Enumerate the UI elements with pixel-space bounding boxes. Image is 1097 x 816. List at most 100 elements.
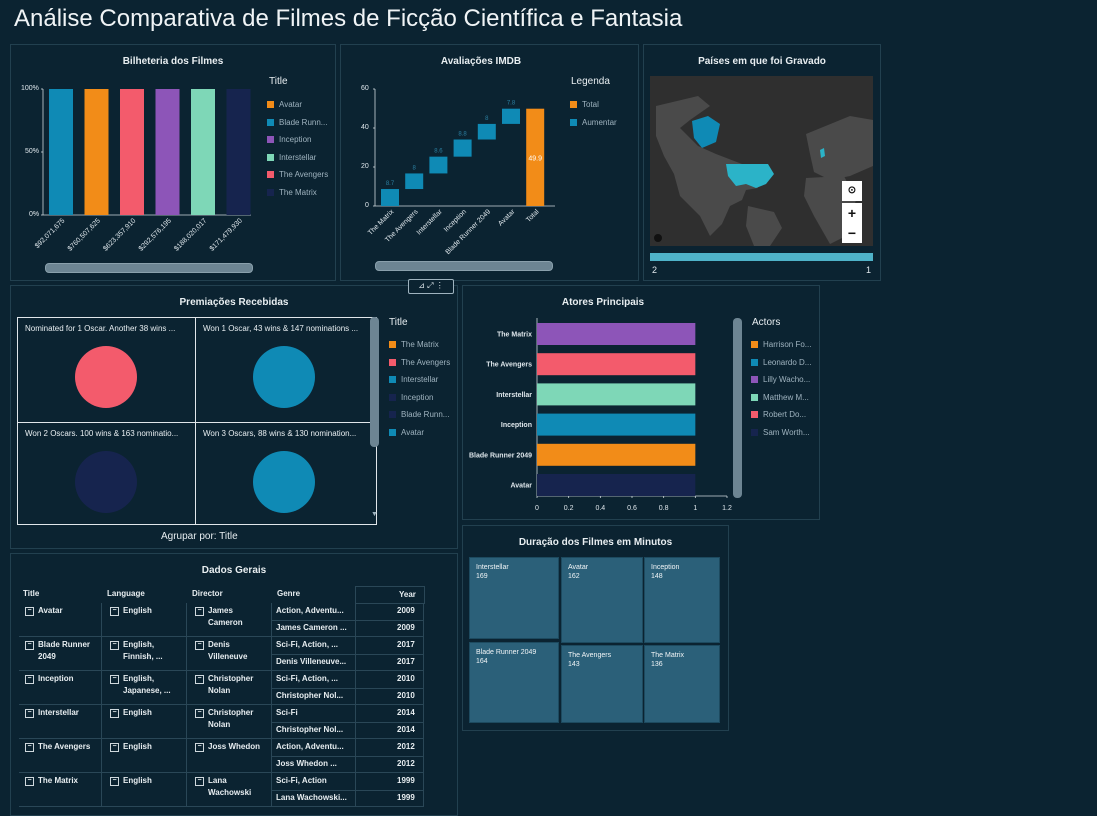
imdb-panel[interactable]: Avaliações IMDB 60 40 20 0 8.7 The Matrix… [340,44,639,281]
legend-item[interactable]: Avatar [389,428,424,437]
bar[interactable] [49,89,73,215]
table-cell-year[interactable]: 1999 [397,792,415,804]
duration-panel[interactable]: Duração dos Filmes em Minutos Interstell… [462,525,729,731]
table-cell-year[interactable]: 2010 [397,690,415,702]
collapse-icon[interactable]: − [195,607,204,616]
bar[interactable] [191,89,215,215]
table-cell-year[interactable]: 2009 [397,605,415,617]
legend-item[interactable]: Interstellar [267,153,316,162]
table-cell-year[interactable]: 2017 [397,656,415,668]
legend-item[interactable]: Aumentar [570,118,617,127]
bar[interactable] [155,89,180,215]
horizontal-scrollbar[interactable] [45,263,253,273]
bar[interactable] [477,123,496,140]
bar[interactable] [537,474,696,496]
award-pie[interactable] [75,346,137,408]
collapse-icon[interactable]: − [25,709,34,718]
legend-item[interactable]: Leonardo D... [751,358,811,367]
legend-item[interactable]: Interstellar [389,375,438,384]
collapse-icon[interactable]: − [25,641,34,650]
table-cell-year[interactable]: 2014 [397,707,415,719]
scroll-down-icon[interactable]: ▼ [371,511,378,518]
legend-item[interactable]: Inception [389,393,433,402]
legend-item[interactable]: Matthew M... [751,393,809,402]
table-cell-genre[interactable]: Sci-Fi, Action [276,775,354,787]
recenter-button[interactable]: ⊙ [842,181,862,201]
table-cell-language[interactable]: − English, Japanese, ... [110,673,184,697]
more-options-icon[interactable]: ⋮ [436,281,444,290]
actors-panel[interactable]: Atores Principais The Matrix The Avengers… [462,285,820,520]
award-cell[interactable]: Won 2 Oscars. 100 wins & 163 nominatio..… [17,422,197,525]
table-cell-year[interactable]: 2014 [397,724,415,736]
table-cell-title[interactable]: − Inception [25,673,97,685]
bar[interactable] [226,89,251,215]
table-cell-genre[interactable]: Action, Adventu... [276,605,354,617]
collapse-icon[interactable]: − [195,641,204,650]
table-cell-title[interactable]: − The Avengers [25,741,97,753]
table-cell-language[interactable]: − English [110,707,184,719]
table-cell-genre[interactable]: Action, Adventu... [276,741,354,753]
column-header-title[interactable]: Title [23,589,39,598]
map-panel[interactable]: Países em que foi Gravado ⊙ + − 2 1 [643,44,881,281]
table-cell-director[interactable]: − Christopher Nolan [195,707,269,731]
treemap-tile[interactable]: Avatar 162 [561,557,643,643]
table-cell-year[interactable]: 2017 [397,639,415,651]
table-cell-title[interactable]: − Avatar [25,605,97,617]
collapse-icon[interactable]: − [25,675,34,684]
collapse-icon[interactable]: − [110,607,119,616]
treemap-tile[interactable]: Blade Runner 2049 164 [469,642,559,723]
table-cell-genre[interactable]: Christopher Nol... [276,690,354,702]
legend-item[interactable]: Avatar [267,100,302,109]
zoom-in-button[interactable]: + [842,203,862,223]
bar[interactable] [537,353,696,376]
table-cell-director[interactable]: − Denis Villeneuve [195,639,269,663]
horizontal-scrollbar[interactable] [375,261,553,271]
legend-item[interactable]: Total [570,100,599,109]
table-cell-director[interactable]: − Christopher Nolan [195,673,269,697]
bar[interactable] [429,156,448,174]
table-cell-year[interactable]: 1999 [397,775,415,787]
table-cell-genre[interactable]: Sci-Fi, Action, ... [276,639,354,651]
table-cell-genre[interactable]: Christopher Nol... [276,724,354,736]
legend-item[interactable]: Inception [267,135,311,144]
table-cell-language[interactable]: − English, Finnish, ... [110,639,184,663]
collapse-icon[interactable]: − [25,777,34,786]
bar[interactable] [381,189,399,206]
column-header-year[interactable]: Year [399,590,416,599]
table-cell-title[interactable]: − Blade Runner 2049 [25,639,97,663]
bar[interactable] [537,323,696,345]
column-header-genre[interactable]: Genre [277,589,300,598]
vertical-scrollbar[interactable] [733,318,742,498]
collapse-icon[interactable]: − [25,607,34,616]
treemap-tile[interactable]: The Avengers 143 [561,645,643,723]
collapse-icon[interactable]: − [195,743,204,752]
box-office-panel[interactable]: Bilheteria dos Filmes 100% 50% 0% $92,07… [10,44,336,281]
table-cell-language[interactable]: − English [110,775,184,787]
table-cell-genre[interactable]: Denis Villeneuve... [276,656,354,668]
table-cell-genre[interactable]: Joss Whedon ... [276,758,354,770]
table-cell-director[interactable]: − James Cameron [195,605,269,629]
table-cell-genre[interactable]: James Cameron ... [276,622,354,634]
award-pie[interactable] [75,451,137,513]
expand-icon[interactable]: ⤢ [427,281,433,290]
collapse-icon[interactable]: − [195,777,204,786]
collapse-icon[interactable]: − [110,743,119,752]
collapse-icon[interactable]: − [110,709,119,718]
treemap-tile[interactable]: Inception 148 [644,557,720,643]
legend-item[interactable]: Blade Runn... [267,118,327,127]
filter-icon[interactable]: ⊿ [418,281,425,290]
treemap-tile[interactable]: Interstellar 169 [469,557,559,639]
bar[interactable] [537,383,696,406]
bar[interactable] [502,108,520,124]
awards-panel[interactable]: Premiações Recebidas ⊿ ⤢ ⋮ Nominated for… [10,279,458,549]
table-cell-director[interactable]: − Joss Whedon [195,741,269,753]
award-cell[interactable]: Won 1 Oscar, 43 wins & 147 nominations .… [195,317,377,424]
table-cell-genre[interactable]: Sci-Fi, Action, ... [276,673,354,685]
legend-item[interactable]: Harrison Fo... [751,340,811,349]
treemap-tile[interactable]: The Matrix 136 [644,645,720,723]
award-pie[interactable] [253,346,315,408]
table-cell-director[interactable]: − Lana Wachowski [195,775,269,799]
legend-item[interactable]: The Avengers [267,170,328,179]
legend-item[interactable]: Blade Runn... [389,410,449,419]
table-cell-language[interactable]: − English [110,605,184,617]
